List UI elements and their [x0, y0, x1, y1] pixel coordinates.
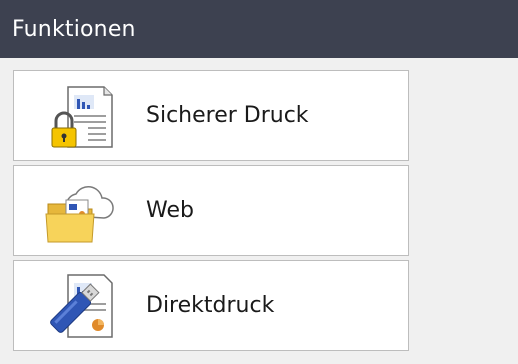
menu-item-label: Web: [146, 198, 194, 223]
usb-direct-print-icon: [42, 271, 116, 341]
function-list: Sicherer Druck Web Direktdruck: [13, 70, 409, 355]
web-folder-cloud-icon: [42, 176, 116, 246]
menu-item-web[interactable]: Web: [13, 165, 409, 256]
menu-item-label: Direktdruck: [146, 293, 275, 318]
menu-item-label: Sicherer Druck: [146, 103, 309, 128]
screen-title: Funktionen: [12, 16, 136, 42]
menu-item-secure-print[interactable]: Sicherer Druck: [13, 70, 409, 161]
secure-print-icon: [42, 81, 116, 151]
screen-header: Funktionen: [0, 0, 518, 58]
menu-item-direct-print[interactable]: Direktdruck: [13, 260, 409, 351]
